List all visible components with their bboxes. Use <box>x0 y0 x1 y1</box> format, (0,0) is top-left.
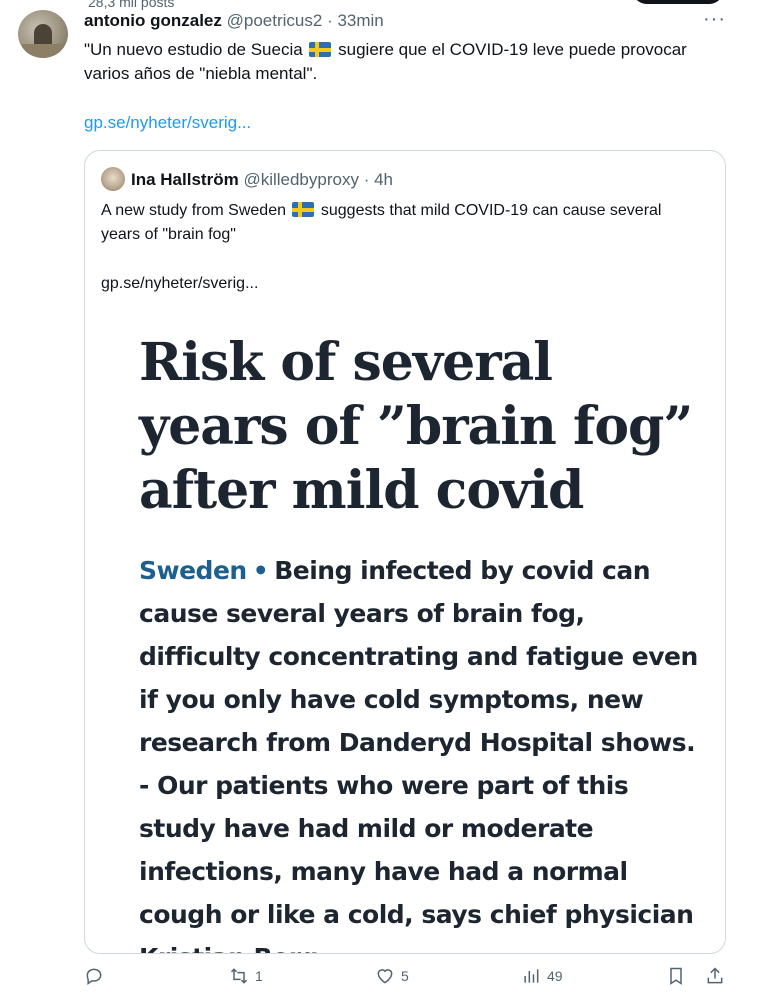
avatar[interactable] <box>18 10 68 58</box>
tweet-text-part1: "Un nuevo estudio de Suecia <box>84 40 308 59</box>
article-headline: Risk of several years of ”brain fog” aft… <box>139 332 693 521</box>
quoted-time[interactable]: · 4h <box>364 170 393 189</box>
flag-sweden-icon <box>292 202 315 217</box>
quoted-text: A new study from Sweden suggests that mi… <box>101 199 701 247</box>
author-name[interactable]: antonio gonzalez <box>84 11 222 30</box>
like-count: 5 <box>401 968 409 984</box>
like-button[interactable]: 5 <box>375 966 409 986</box>
article-image[interactable]: Risk of several years of ”brain fog” aft… <box>85 323 725 953</box>
repost-icon <box>230 968 248 984</box>
quoted-author-name[interactable]: Ina Hallström <box>131 170 239 189</box>
tweet-text: "Un nuevo estudio de Suecia sugiere que … <box>84 38 734 86</box>
reply-button[interactable] <box>84 966 110 986</box>
article-body: Sweden • Being infected by covid can cause… <box>139 549 699 953</box>
author-handle[interactable]: @poetricus2 <box>227 11 323 30</box>
repost-count: 1 <box>255 968 263 984</box>
bookmark-icon <box>670 967 682 985</box>
article-quote: - Our patients who were part of this stu… <box>139 771 694 953</box>
article-paragraph: Being infected by covid can cause severa… <box>139 556 698 757</box>
share-button[interactable] <box>705 966 725 986</box>
tweet-header: antonio gonzalez @poetricus2 · 33min <box>84 11 384 31</box>
follow-button[interactable] <box>632 0 724 4</box>
article-kicker: Sweden <box>139 556 247 585</box>
share-icon <box>707 967 723 984</box>
bookmark-button[interactable] <box>666 966 686 986</box>
quoted-author-handle[interactable]: @killedbyproxy <box>243 170 359 189</box>
action-bar: 1 5 49 <box>0 966 760 1000</box>
tweet-link[interactable]: gp.se/nyheter/sverig... <box>84 113 251 133</box>
quoted-tweet[interactable]: Ina Hallström @killedbyproxy · 4h A new … <box>84 150 726 954</box>
quoted-avatar[interactable] <box>101 167 125 191</box>
quoted-header: Ina Hallström @killedbyproxy · 4h <box>131 170 393 190</box>
reply-icon <box>86 968 102 985</box>
more-icon[interactable]: ··· <box>703 8 726 31</box>
like-icon <box>377 969 393 984</box>
article-bullet: • <box>252 556 269 585</box>
quoted-text-part1: A new study from Sweden <box>101 202 291 219</box>
repost-button[interactable]: 1 <box>229 966 263 986</box>
views-count: 49 <box>547 968 563 984</box>
posts-count: 28,3 mil posts <box>88 0 175 10</box>
tweet-time[interactable]: · 33min <box>327 11 384 30</box>
views-icon <box>524 969 539 983</box>
views-button[interactable]: 49 <box>521 966 563 986</box>
flag-sweden-icon <box>309 42 332 57</box>
quoted-link[interactable]: gp.se/nyheter/sverig... <box>101 275 258 293</box>
